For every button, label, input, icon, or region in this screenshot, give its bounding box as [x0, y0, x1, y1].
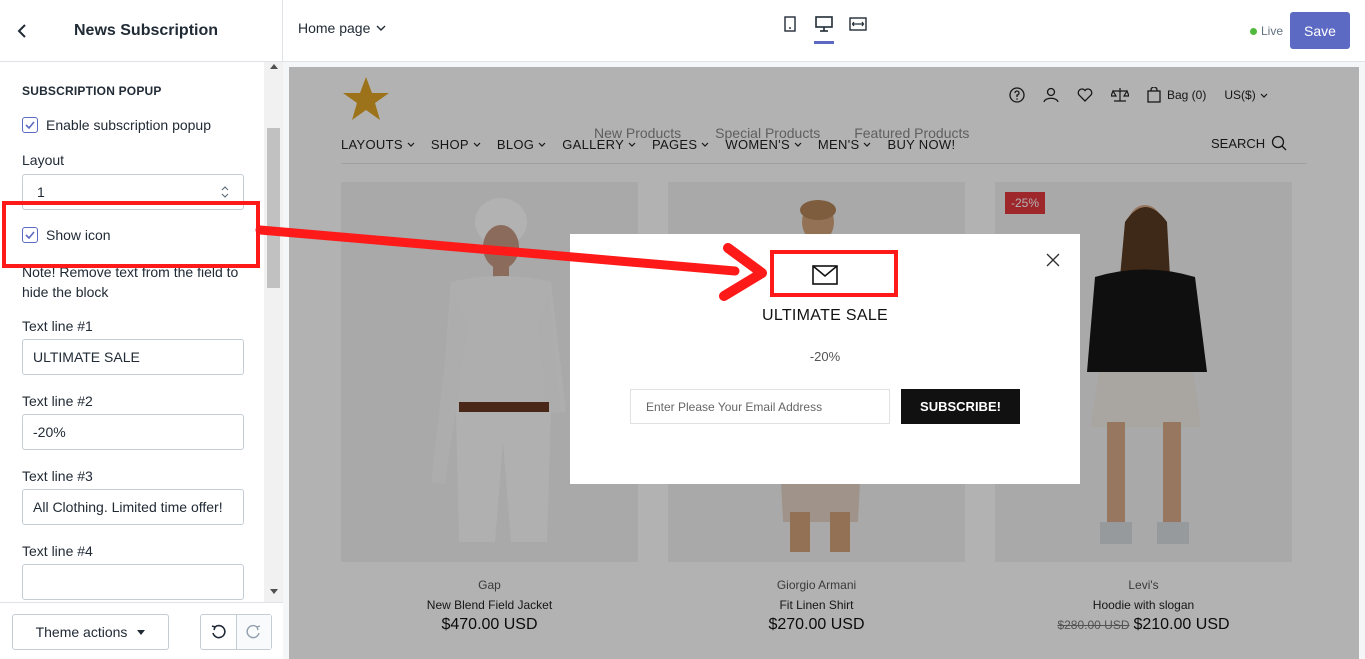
undo-redo-group: [200, 614, 272, 650]
select-arrows-icon: [221, 186, 229, 198]
email-input[interactable]: Enter Please Your Email Address: [630, 389, 890, 424]
enable-popup-label: Enable subscription popup: [46, 117, 212, 133]
panel-header: News Subscription: [0, 0, 283, 62]
device-switcher: [780, 16, 868, 44]
undo-icon: [211, 624, 226, 639]
layout-value: 1: [37, 184, 45, 200]
highlight-box-popup-icon: [770, 250, 898, 297]
close-icon[interactable]: [1045, 252, 1061, 268]
text-line-1-label: Text line #1: [22, 318, 93, 334]
subscribe-button[interactable]: SUBSCRIBE!: [901, 389, 1020, 424]
enable-popup-checkbox[interactable]: Enable subscription popup: [22, 117, 211, 133]
redo-icon: [246, 624, 260, 639]
back-button[interactable]: [2, 11, 42, 51]
desktop-icon: [815, 16, 833, 32]
caret-down-icon: [137, 629, 146, 635]
text-line-3-input[interactable]: All Clothing. Limited time offer!: [22, 489, 244, 525]
text-line-2-input[interactable]: -20%: [22, 414, 244, 450]
sidebar-footer: Theme actions: [0, 602, 283, 659]
text-line-4-label: Text line #4: [22, 543, 93, 559]
help-note: Note! Remove text from the field to hide…: [22, 264, 239, 300]
scrollbar-thumb[interactable]: [267, 128, 280, 288]
live-dot-icon: [1250, 27, 1257, 35]
mobile-icon: [784, 16, 796, 32]
page-selector[interactable]: Home page: [298, 20, 386, 36]
theme-preview: Bag (0) US($) New Products Special Produ…: [283, 62, 1365, 659]
chevron-left-icon: [17, 24, 26, 38]
text-line-1-input[interactable]: ULTIMATE SALE: [22, 339, 244, 375]
live-status: Live: [1250, 24, 1283, 38]
settings-sidebar: SUBSCRIPTION POPUP Enable subscription p…: [0, 62, 283, 659]
page-selector-label: Home page: [298, 20, 371, 36]
theme-actions-label: Theme actions: [35, 624, 128, 640]
checkbox-checked-icon: [22, 117, 38, 133]
mobile-view-button[interactable]: [780, 16, 800, 44]
popup-title: ULTIMATE SALE: [761, 307, 888, 324]
scroll-down-icon[interactable]: [270, 589, 278, 594]
save-button[interactable]: Save: [1290, 12, 1350, 49]
sidebar-scrollbar[interactable]: [264, 62, 283, 602]
redo-button[interactable]: [235, 615, 271, 649]
scroll-up-icon[interactable]: [270, 64, 278, 69]
desktop-view-button[interactable]: [814, 16, 834, 44]
text-line-2-label: Text line #2: [22, 393, 93, 409]
panel-title: News Subscription: [74, 22, 219, 39]
highlight-box-show-icon: [2, 201, 260, 268]
text-line-4-input[interactable]: [22, 564, 244, 600]
popup-subtitle: -20%: [809, 349, 841, 364]
layout-label: Layout: [22, 152, 65, 168]
section-heading: SUBSCRIPTION POPUP: [22, 84, 162, 98]
chevron-down-icon: [376, 25, 386, 31]
undo-button[interactable]: [201, 615, 236, 649]
theme-actions-button[interactable]: Theme actions: [12, 614, 169, 650]
fullscreen-view-button[interactable]: [848, 16, 868, 44]
storefront: Bag (0) US($) New Products Special Produ…: [289, 67, 1359, 659]
editor-topbar: News Subscription Home page Live Save: [0, 0, 1365, 62]
live-label: Live: [1261, 24, 1284, 38]
expand-horizontal-icon: [849, 17, 867, 31]
settings-panel: SUBSCRIPTION POPUP Enable subscription p…: [0, 62, 264, 602]
text-line-3-label: Text line #3: [22, 468, 93, 484]
